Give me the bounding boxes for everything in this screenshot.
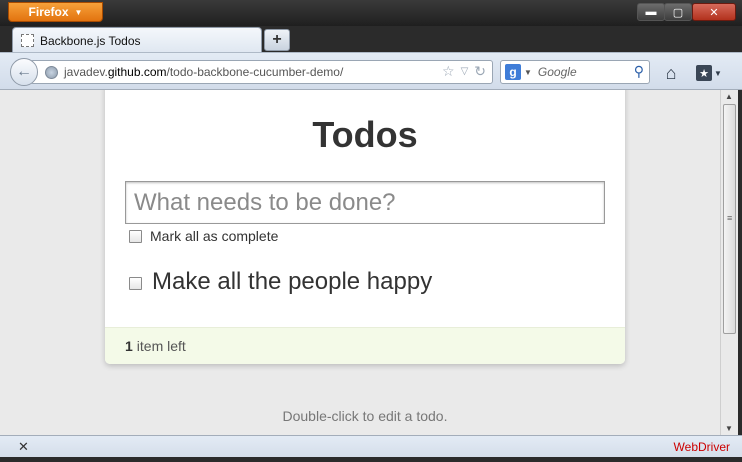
minimize-icon: ▬ (645, 6, 657, 18)
search-icon[interactable]: ⚲ (634, 63, 644, 80)
search-placeholder: Google (537, 65, 577, 79)
browser-window: Firefox ▼ ▬ ▢ ✕ Backbone.js Todos + java… (0, 0, 742, 462)
scrollbar-thumb[interactable]: ≡ (723, 104, 736, 334)
info-text: Double-click to edit a todo. (282, 408, 448, 424)
bookmarks-button[interactable]: ★ ▼ (696, 62, 730, 84)
bookmarks-icon: ★ (696, 65, 712, 81)
search-engine-chevron-icon[interactable]: ▼ (524, 68, 532, 77)
page-title: Todos (312, 114, 418, 155)
todo-app: Todos Mark all as complete Make all the … (105, 90, 625, 364)
window-bottom-frame (0, 457, 742, 462)
favicon-icon (21, 34, 34, 47)
reload-icon[interactable]: ↻ (474, 63, 486, 80)
status-bar: ✕ WebDriver (0, 435, 742, 457)
todo-count-suffix: item left (136, 338, 186, 354)
tab-title: Backbone.js Todos (40, 33, 141, 48)
tab-backbone-todos[interactable]: Backbone.js Todos (12, 27, 262, 53)
mark-all-row: Mark all as complete (129, 228, 278, 244)
list-item[interactable]: Make all the people happy (129, 268, 432, 296)
mark-all-label: Mark all as complete (150, 228, 279, 244)
back-arrow-icon: ← (16, 63, 32, 80)
close-icon[interactable]: ✕ (18, 439, 29, 455)
scroll-up-icon[interactable]: ▲ (725, 92, 733, 101)
firefox-menu-label: Firefox (28, 5, 69, 19)
todo-label[interactable]: Make all the people happy (152, 268, 432, 296)
grip-icon: ≡ (727, 213, 733, 223)
vertical-scrollbar[interactable]: ▲ ≡ ▼ (720, 90, 738, 435)
title-bar: Firefox ▼ ▬ ▢ ✕ (0, 0, 742, 26)
close-icon: ✕ (709, 6, 719, 19)
todo-checkbox[interactable] (129, 277, 142, 290)
plus-icon: + (272, 31, 282, 48)
url-path: /todo-backbone-cucumber-demo/ (166, 65, 344, 79)
star-icon[interactable]: ☆ (442, 63, 455, 80)
mark-all-checkbox[interactable] (129, 229, 142, 243)
globe-icon (45, 65, 58, 79)
firefox-menu-button[interactable]: Firefox ▼ (8, 2, 103, 22)
search-bar[interactable]: g ▼ Google ⚲ (500, 60, 650, 84)
new-todo-input[interactable] (125, 181, 605, 224)
back-button[interactable]: ← (10, 58, 38, 86)
maximize-button[interactable]: ▢ (664, 3, 692, 21)
webdriver-indicator: WebDriver (673, 440, 730, 454)
tab-strip: Backbone.js Todos + (0, 26, 742, 53)
maximize-icon: ▢ (672, 6, 684, 19)
page-content: Todos Mark all as complete Make all the … (0, 90, 720, 435)
scroll-down-icon[interactable]: ▼ (725, 424, 733, 433)
g-icon[interactable]: g (505, 64, 521, 80)
url-prefix: javadev. (64, 65, 108, 79)
dropdown-icon[interactable]: ▽ (461, 66, 469, 77)
todo-count: 1 (125, 338, 133, 354)
close-window-button[interactable]: ✕ (692, 3, 736, 21)
chevron-down-icon: ▼ (74, 7, 83, 17)
new-tab-button[interactable]: + (264, 29, 290, 51)
address-bar-icons: ☆ ▽ ↻ (442, 63, 486, 80)
minimize-button[interactable]: ▬ (637, 3, 665, 21)
home-icon: ⌂ (665, 62, 677, 83)
home-button[interactable]: ⌂ (660, 62, 682, 84)
url-domain: github.com (107, 65, 167, 79)
chevron-down-icon: ▼ (714, 68, 722, 78)
todo-footer: 1 item left (105, 327, 625, 364)
address-bar[interactable]: javadev. github.com/todo-backbone-cucumbe… (30, 60, 493, 84)
navigation-toolbar: javadev. github.com/todo-backbone-cucumbe… (0, 52, 742, 90)
